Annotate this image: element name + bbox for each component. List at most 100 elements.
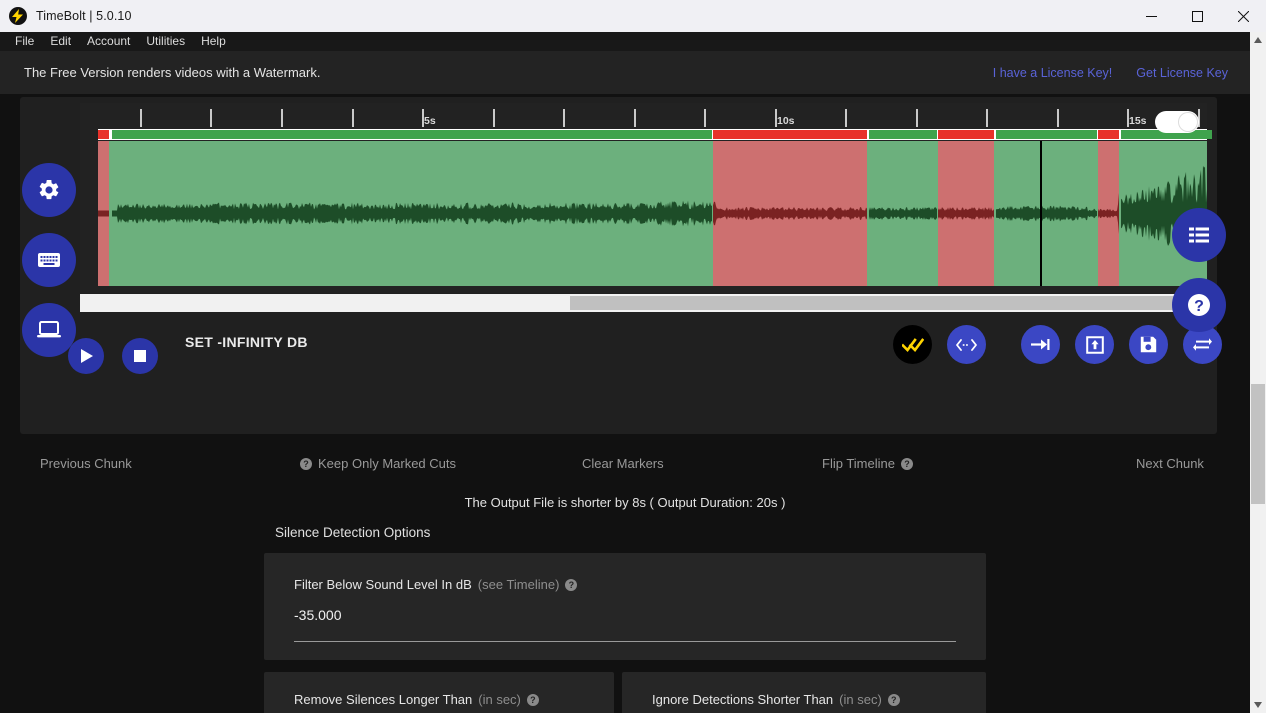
filter-below-sound-level-card: Filter Below Sound Level In dB (see Time…: [264, 553, 986, 660]
clear-markers-button[interactable]: Clear Markers: [582, 456, 664, 471]
timeline[interactable]: 5s 10s 15s: [80, 103, 1212, 293]
display-fab[interactable]: [22, 303, 76, 357]
ruler-tick: [986, 109, 988, 127]
clear-markers-label: Clear Markers: [582, 456, 664, 471]
help-fab[interactable]: ?: [1172, 278, 1226, 332]
sub-actions-row: Previous Chunk ? Keep Only Marked Cuts C…: [0, 447, 1250, 481]
timeline-ruler: 5s 10s 15s: [80, 103, 1207, 129]
previous-chunk-button[interactable]: Previous Chunk: [40, 456, 132, 471]
help-icon[interactable]: ?: [300, 457, 312, 470]
expand-range-button[interactable]: [947, 325, 986, 364]
help-icon[interactable]: ?: [900, 457, 913, 470]
stop-button[interactable]: [122, 338, 158, 374]
watermark-text: SOFTPEDIA: [1052, 709, 1221, 713]
ruler-tick: [493, 109, 495, 127]
keep-only-marked-cuts-button[interactable]: ? Keep Only Marked Cuts: [300, 456, 456, 471]
ruler-tick: [1057, 109, 1059, 127]
laptop-icon: [37, 321, 61, 338]
page-vscroll-thumb[interactable]: [1251, 384, 1265, 504]
remove-silences-longer-than-card: Remove Silences Longer Than (in sec) ?: [264, 672, 614, 713]
ruler-label: 5s: [424, 115, 436, 127]
scroll-up-icon[interactable]: [1250, 32, 1266, 48]
ruler-tick: [916, 109, 918, 127]
scroll-down-icon[interactable]: [1250, 697, 1266, 713]
have-license-key-link[interactable]: I have a License Key!: [993, 66, 1113, 80]
main-content: The Free Version renders videos with a W…: [0, 51, 1250, 713]
segment-marker-speech[interactable]: [869, 130, 937, 139]
page-vscrollbar[interactable]: [1250, 32, 1266, 713]
list-icon: [1189, 227, 1209, 243]
keyboard-icon: [38, 253, 60, 267]
filter-below-sound-level-input[interactable]: -35.000: [294, 607, 341, 623]
segment-marker-silence[interactable]: [938, 130, 994, 139]
app-window: TimeBolt | 5.0.10 File Edit Account Util…: [0, 0, 1266, 713]
filter-below-sound-level-label: Filter Below Sound Level In dB (see Time…: [294, 577, 578, 592]
ruler-label: 15s: [1129, 115, 1147, 127]
previous-chunk-label: Previous Chunk: [40, 456, 132, 471]
bolt-icon: [9, 7, 27, 25]
ruler-tick: [563, 109, 565, 127]
field-label-text: Filter Below Sound Level In dB: [294, 577, 472, 592]
field-hint-text: (see Timeline): [477, 577, 560, 592]
jump-to-end-button[interactable]: [1021, 325, 1060, 364]
menu-item-account[interactable]: Account: [79, 32, 138, 51]
segment-marker-silence[interactable]: [1098, 130, 1119, 139]
title-bar: TimeBolt | 5.0.10: [0, 0, 1266, 32]
help-icon[interactable]: ?: [526, 693, 539, 706]
segment-marker-silence[interactable]: [98, 130, 109, 139]
help-icon[interactable]: ?: [887, 693, 900, 706]
license-banner: The Free Version renders videos with a W…: [0, 51, 1250, 94]
field-hint-text: (in sec): [839, 692, 882, 707]
softpedia-watermark: SOFTPEDIA®: [1052, 709, 1228, 713]
ruler-tick: [634, 109, 636, 127]
remove-silences-longer-than-label: Remove Silences Longer Than (in sec) ?: [294, 692, 539, 707]
silence-section-title: Silence Detection Options: [275, 525, 431, 540]
ruler-tick: [281, 109, 283, 127]
field-hint-text: (in sec): [478, 692, 521, 707]
keyboard-shortcuts-fab[interactable]: [22, 233, 76, 287]
ruler-tick: [140, 109, 142, 127]
segment-marker-speech[interactable]: [112, 130, 712, 139]
toggle-knob: [1178, 112, 1198, 132]
menu-item-help[interactable]: Help: [193, 32, 234, 51]
timeline-toggle[interactable]: [1155, 111, 1199, 133]
window-title: TimeBolt | 5.0.10: [36, 9, 132, 23]
flip-timeline-button[interactable]: Flip Timeline ?: [822, 456, 913, 471]
ignore-detections-shorter-than-card: Ignore Detections Shorter Than (in sec) …: [622, 672, 986, 713]
list-fab[interactable]: [1172, 208, 1226, 262]
ruler-tick: [352, 109, 354, 127]
menu-item-edit[interactable]: Edit: [42, 32, 79, 51]
play-button[interactable]: [68, 338, 104, 374]
get-license-key-link[interactable]: Get License Key: [1136, 66, 1228, 80]
svg-text:?: ?: [1194, 298, 1204, 315]
gear-icon: [39, 179, 59, 200]
segment-marker-silence[interactable]: [713, 130, 867, 139]
question-icon: ?: [1188, 294, 1210, 316]
maximize-button[interactable]: [1174, 0, 1220, 32]
ruler-tick: [210, 109, 212, 127]
save-button[interactable]: [1129, 325, 1168, 364]
segment-marker-speech[interactable]: [996, 130, 1097, 139]
help-icon[interactable]: ?: [565, 578, 578, 591]
set-infinity-db-label[interactable]: SET -INFINITY DB: [185, 334, 308, 350]
menu-bar: File Edit Account Utilities Help: [0, 32, 1266, 51]
ruler-label: 10s: [777, 115, 795, 127]
banner-message: The Free Version renders videos with a W…: [24, 65, 321, 80]
ruler-tick: [704, 109, 706, 127]
menu-item-utilities[interactable]: Utilities: [138, 32, 193, 51]
minimize-button[interactable]: [1128, 0, 1174, 32]
settings-fab[interactable]: [22, 163, 76, 217]
timeline-hscroll-thumb[interactable]: [570, 296, 1203, 310]
export-button[interactable]: [1075, 325, 1114, 364]
menu-item-file[interactable]: File: [7, 32, 42, 51]
segment-bar[interactable]: [98, 129, 1212, 140]
banner-links: I have a License Key! Get License Key: [993, 66, 1228, 80]
close-button[interactable]: [1220, 0, 1266, 32]
mark-all-button[interactable]: [893, 325, 932, 364]
playhead[interactable]: [1040, 141, 1042, 286]
ruler-tick: [845, 109, 847, 127]
editor-panel: 5s 10s 15s SET -INFINITY DB: [20, 97, 1222, 434]
next-chunk-button[interactable]: Next Chunk: [1136, 456, 1204, 471]
timeline-hscrollbar[interactable]: [80, 294, 1207, 312]
next-chunk-label: Next Chunk: [1136, 456, 1204, 471]
